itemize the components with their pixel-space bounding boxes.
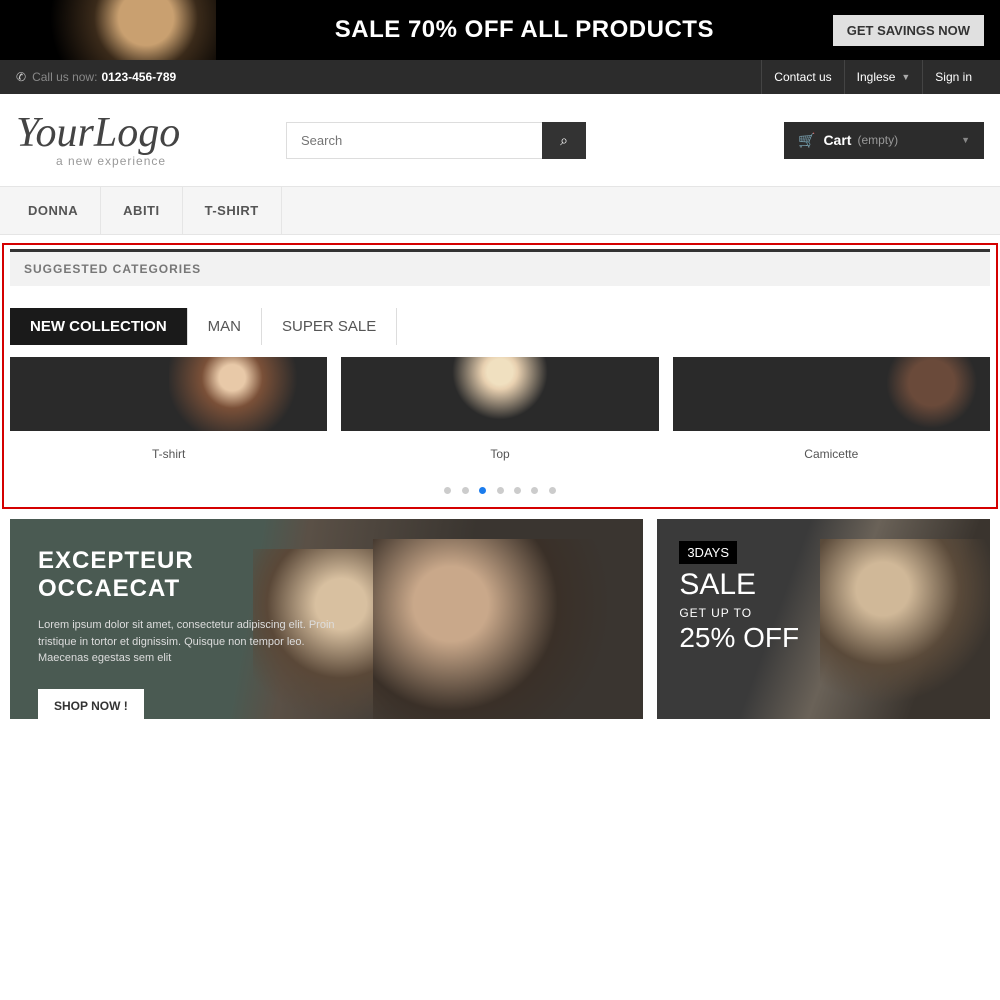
carousel-dot[interactable] (531, 487, 538, 494)
card-image (673, 357, 990, 431)
nav-item-tshirt[interactable]: T-SHIRT (183, 187, 282, 234)
chevron-down-icon: ▼ (901, 60, 910, 94)
tab-man[interactable]: MAN (188, 308, 262, 345)
search-icon: ⌕ (560, 132, 568, 148)
card-image (341, 357, 658, 431)
logo-main: YourLogo (16, 112, 266, 154)
card-label: T-shirt (10, 431, 327, 477)
logo[interactable]: YourLogo a new experience (16, 112, 266, 168)
category-card-tshirt[interactable]: T-shirt (10, 357, 327, 477)
search-input[interactable] (286, 122, 542, 159)
promo-subtext: GET UP TO (679, 606, 968, 620)
banner-headline: SALE 70% OFF ALL PRODUCTS (216, 16, 833, 44)
promo-title: EXCEPTEUROCCAECAT (38, 547, 615, 603)
promo-row: EXCEPTEUROCCAECAT Lorem ipsum dolor sit … (10, 519, 990, 719)
promo-text: Lorem ipsum dolor sit amet, consectetur … (38, 617, 338, 667)
cart-label: Cart (823, 132, 851, 148)
phone-number: 0123-456-789 (101, 70, 176, 84)
card-image (10, 357, 327, 431)
card-label: Top (341, 431, 658, 477)
card-label: Camicette (673, 431, 990, 477)
cart-status: (empty) (857, 133, 898, 147)
language-selector[interactable]: Inglese ▼ (844, 60, 923, 94)
promo-discount: 25% OFF (679, 622, 968, 654)
category-cards: T-shirt Top Camicette (10, 357, 990, 477)
header: YourLogo a new experience ⌕ 🛒 Cart (empt… (0, 94, 1000, 186)
section-title: SUGGESTED CATEGORIES (10, 249, 990, 286)
carousel-dot[interactable] (462, 487, 469, 494)
nav-item-donna[interactable]: DONNA (6, 187, 101, 234)
carousel-dot[interactable] (549, 487, 556, 494)
top-nav: ✆ Call us now: 0123-456-789 Contact us I… (0, 60, 1000, 94)
category-tabs: NEW COLLECTION MAN SUPER SALE (10, 308, 990, 345)
carousel-dots (10, 481, 990, 499)
main-nav: DONNA ABITI T-SHIRT (0, 186, 1000, 235)
carousel-dot[interactable] (514, 487, 521, 494)
suggested-categories-section: SUGGESTED CATEGORIES NEW COLLECTION MAN … (2, 243, 998, 509)
get-savings-button[interactable]: GET SAVINGS NOW (833, 15, 984, 46)
contact-us-link[interactable]: Contact us (761, 60, 843, 94)
sale-banner: SALE 70% OFF ALL PRODUCTS GET SAVINGS NO… (0, 0, 1000, 60)
tab-new-collection[interactable]: NEW COLLECTION (10, 308, 188, 345)
tab-super-sale[interactable]: SUPER SALE (262, 308, 397, 345)
search-form: ⌕ (286, 122, 586, 159)
call-us-label: Call us now: (32, 70, 97, 84)
promo-badge: 3DAYS (679, 541, 737, 564)
promo-sale-label: SALE (679, 568, 968, 602)
cart-icon: 🛒 (798, 132, 815, 149)
carousel-dot[interactable] (444, 487, 451, 494)
category-card-camicette[interactable]: Camicette (673, 357, 990, 477)
nav-item-abiti[interactable]: ABITI (101, 187, 182, 234)
category-card-top[interactable]: Top (341, 357, 658, 477)
language-label: Inglese (857, 60, 896, 94)
chevron-down-icon: ▼ (961, 135, 970, 145)
carousel-dot-active[interactable] (479, 487, 486, 494)
phone-icon: ✆ (16, 70, 26, 84)
search-button[interactable]: ⌕ (542, 122, 586, 159)
cart-button[interactable]: 🛒 Cart (empty) ▼ (784, 122, 984, 159)
carousel-dot[interactable] (497, 487, 504, 494)
promo-main[interactable]: EXCEPTEUROCCAECAT Lorem ipsum dolor sit … (10, 519, 643, 719)
promo-side[interactable]: 3DAYS SALE GET UP TO 25% OFF (657, 519, 990, 719)
banner-image (16, 0, 216, 60)
logo-tagline: a new experience (56, 154, 266, 168)
shop-now-button[interactable]: SHOP NOW ! (38, 689, 144, 720)
sign-in-link[interactable]: Sign in (922, 60, 984, 94)
